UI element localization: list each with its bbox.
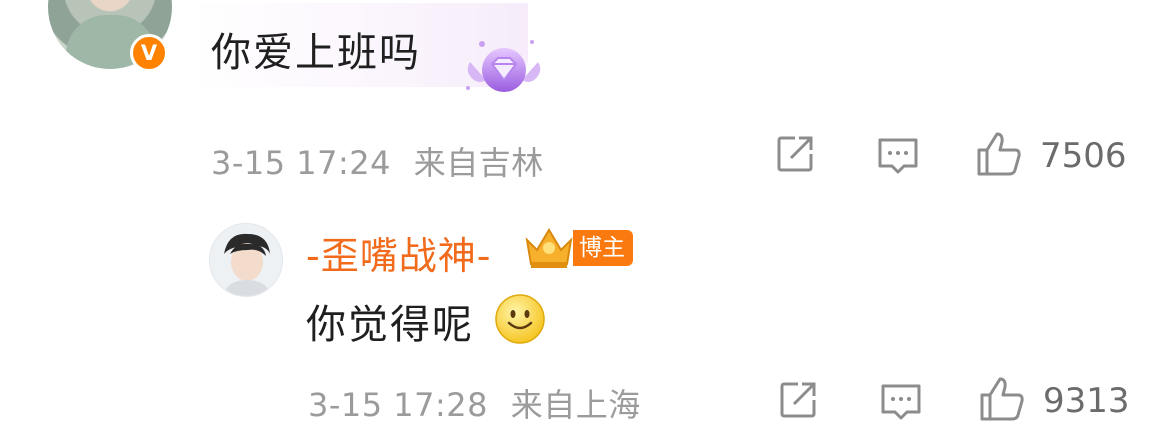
like-count: 7506 xyxy=(1040,136,1127,176)
reply-username[interactable]: -歪嘴战神- xyxy=(306,225,491,280)
reply-icon[interactable] xyxy=(876,134,920,178)
reply-icon[interactable] xyxy=(879,380,923,424)
reply-meta: 3-15 17:28 来自上海 xyxy=(308,380,641,426)
like-icon[interactable] xyxy=(975,130,1023,178)
comment-meta: 3-15 17:24 来自吉林 xyxy=(211,138,544,184)
comment-location: 来自吉林 xyxy=(413,144,544,182)
smiley-emoji-icon xyxy=(495,294,545,344)
like-icon[interactable] xyxy=(978,375,1026,423)
diamond-medal-icon xyxy=(466,40,541,92)
crown-icon xyxy=(525,228,573,268)
share-icon[interactable] xyxy=(776,378,820,422)
like-count: 9313 xyxy=(1043,381,1130,421)
avatar-portrait xyxy=(210,224,282,296)
comment-text: 你爱上班吗 xyxy=(211,30,421,76)
reply-date: 3-15 17:28 xyxy=(308,386,489,424)
comment-date: 3-15 17:24 xyxy=(211,144,392,182)
verified-badge: V xyxy=(130,34,168,72)
author-tag: 博主 xyxy=(573,230,633,266)
reply-text: 你觉得呢 xyxy=(306,302,474,348)
replier-avatar[interactable] xyxy=(209,223,283,297)
share-icon[interactable] xyxy=(773,132,817,176)
reply-location: 来自上海 xyxy=(510,386,641,424)
